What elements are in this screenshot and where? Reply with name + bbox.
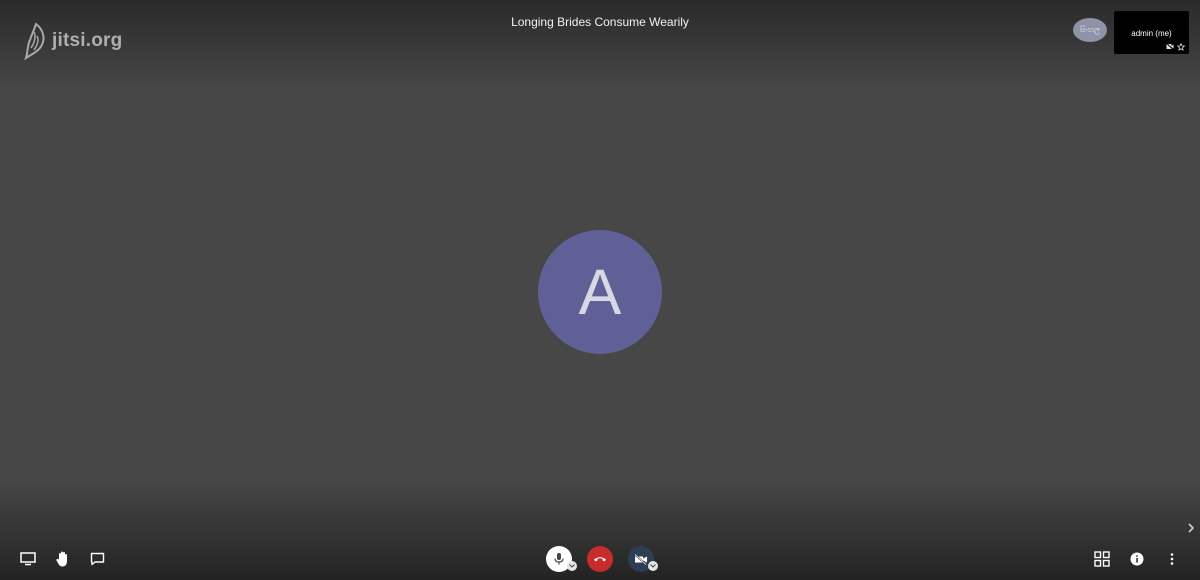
chevron-down-icon: [650, 564, 656, 568]
raise-hand-icon: [56, 551, 67, 567]
microphone-icon: [554, 553, 564, 565]
screen-share-button[interactable]: [14, 545, 42, 573]
logo-text: jitsi.org: [52, 30, 123, 51]
tile-view-button[interactable]: [1088, 545, 1116, 573]
remote-participant-thumbnail[interactable]: සිංහල: [1073, 18, 1107, 42]
moderator-star-icon: [1177, 43, 1185, 51]
local-video-tile[interactable]: admin (me): [1114, 11, 1189, 54]
avatar-initial: A: [578, 256, 622, 328]
hangup-icon: [594, 557, 606, 562]
chevron-down-icon: [569, 564, 575, 568]
more-options-button[interactable]: [1158, 545, 1186, 573]
filmstrip-toggle-icon[interactable]: [1185, 521, 1197, 535]
remote-participant-label: සිංහල: [1079, 25, 1101, 34]
meeting-title: Longing Brides Consume Wearily: [511, 15, 689, 29]
info-icon: [1130, 552, 1144, 566]
screen-share-icon: [20, 552, 36, 566]
video-muted-icon: [1166, 43, 1174, 50]
hangup-button[interactable]: [587, 546, 613, 572]
audio-options-button[interactable]: [567, 561, 577, 571]
top-gradient: [0, 0, 1200, 90]
camera-off-icon: [634, 553, 647, 565]
local-participant-name: admin (me): [1131, 29, 1172, 38]
main-participant-avatar: A: [538, 230, 662, 354]
raise-hand-button[interactable]: [49, 545, 77, 573]
more-options-icon: [1170, 553, 1174, 565]
chat-icon: [90, 552, 104, 566]
info-button[interactable]: [1123, 545, 1151, 573]
chat-button[interactable]: [83, 545, 111, 573]
tile-view-icon: [1094, 551, 1110, 567]
video-options-button[interactable]: [648, 561, 658, 571]
